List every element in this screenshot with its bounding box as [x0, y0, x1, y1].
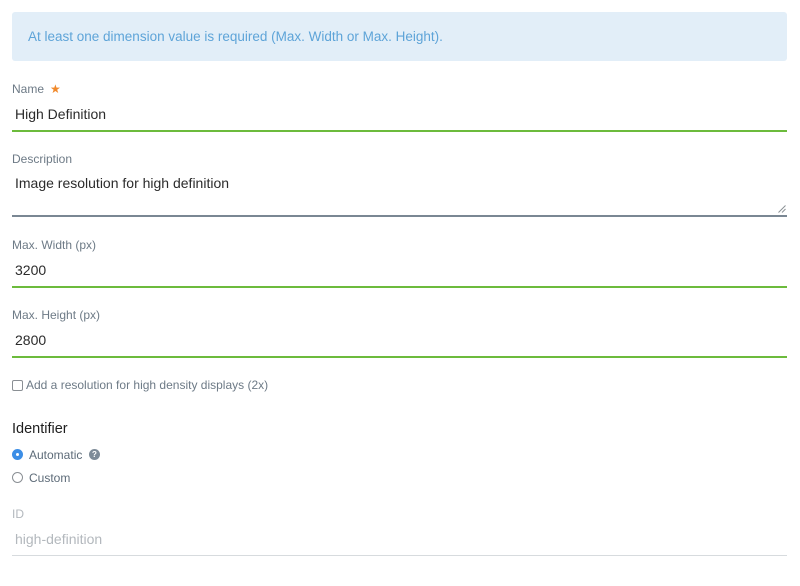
radio-automatic-label[interactable]: Automatic	[29, 448, 82, 462]
info-alert: At least one dimension value is required…	[12, 12, 787, 61]
max-height-label: Max. Height (px)	[12, 308, 101, 322]
radio-custom[interactable]	[12, 472, 23, 483]
max-width-label: Max. Width (px)	[12, 238, 97, 252]
name-label: Name ★	[12, 82, 61, 96]
max-width-input[interactable]: 3200	[12, 256, 787, 288]
name-input[interactable]: High Definition	[12, 100, 787, 132]
resize-handle-icon[interactable]	[778, 205, 786, 213]
high-density-label[interactable]: Add a resolution for high density displa…	[26, 378, 268, 392]
radio-automatic[interactable]	[12, 449, 23, 460]
identifier-title: Identifier	[12, 421, 68, 437]
id-label: ID	[12, 507, 24, 521]
radio-custom-label[interactable]: Custom	[29, 471, 70, 485]
help-icon[interactable]: ?	[89, 449, 100, 460]
max-height-input[interactable]: 2800	[12, 326, 787, 358]
description-textarea[interactable]: Image resolution for high definition	[12, 170, 787, 217]
id-input: high-definition	[12, 525, 787, 556]
high-density-checkbox[interactable]	[12, 380, 23, 391]
description-label: Description	[12, 152, 73, 166]
required-star-icon: ★	[50, 82, 61, 96]
alert-message: At least one dimension value is required…	[28, 29, 443, 44]
